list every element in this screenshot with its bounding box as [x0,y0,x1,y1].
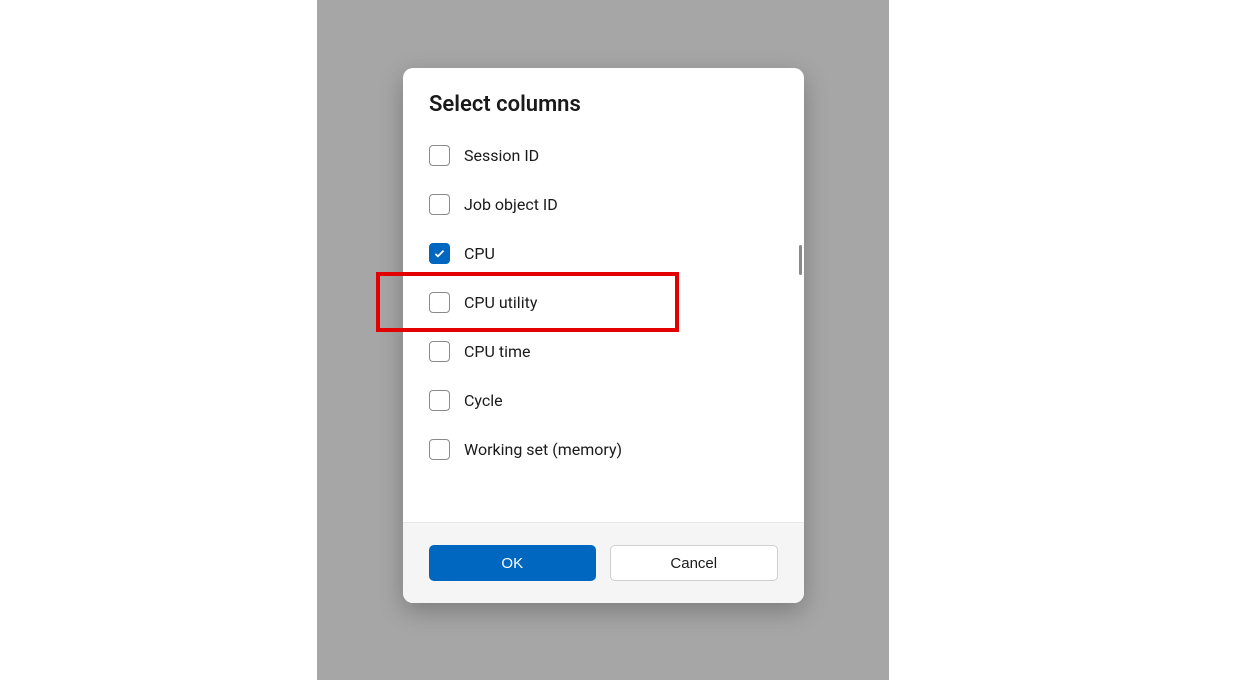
option-cpu-time[interactable]: CPU time [429,327,778,376]
option-label: Job object ID [464,195,558,214]
checkbox-job-object-id[interactable] [429,194,450,215]
option-label: CPU time [464,342,531,361]
dialog-title: Select columns [429,92,778,117]
dialog-header: Select columns [403,68,804,125]
checkbox-session-id[interactable] [429,145,450,166]
option-label: CPU [464,244,495,263]
option-session-id[interactable]: Session ID [429,131,778,180]
dialog-body: Session ID Job object ID CPU CPU utility [403,125,804,522]
dialog-footer: OK Cancel [403,522,804,603]
option-label: Working set (memory) [464,440,622,459]
select-columns-dialog: Select columns Session ID Job object ID … [403,68,804,603]
ok-button[interactable]: OK [429,545,596,581]
scrollbar-thumb[interactable] [799,245,802,275]
checkbox-cpu-time[interactable] [429,341,450,362]
option-working-set-memory[interactable]: Working set (memory) [429,425,778,474]
option-label: Session ID [464,146,539,165]
checkbox-cpu-utility[interactable] [429,292,450,313]
option-label: Cycle [464,391,503,410]
option-job-object-id[interactable]: Job object ID [429,180,778,229]
option-cpu-utility[interactable]: CPU utility [429,278,778,327]
option-label: CPU utility [464,293,537,312]
checkbox-working-set-memory[interactable] [429,439,450,460]
option-cycle[interactable]: Cycle [429,376,778,425]
checkbox-cycle[interactable] [429,390,450,411]
check-icon [433,247,446,260]
cancel-button[interactable]: Cancel [610,545,779,581]
checkbox-cpu[interactable] [429,243,450,264]
option-cpu[interactable]: CPU [429,229,778,278]
